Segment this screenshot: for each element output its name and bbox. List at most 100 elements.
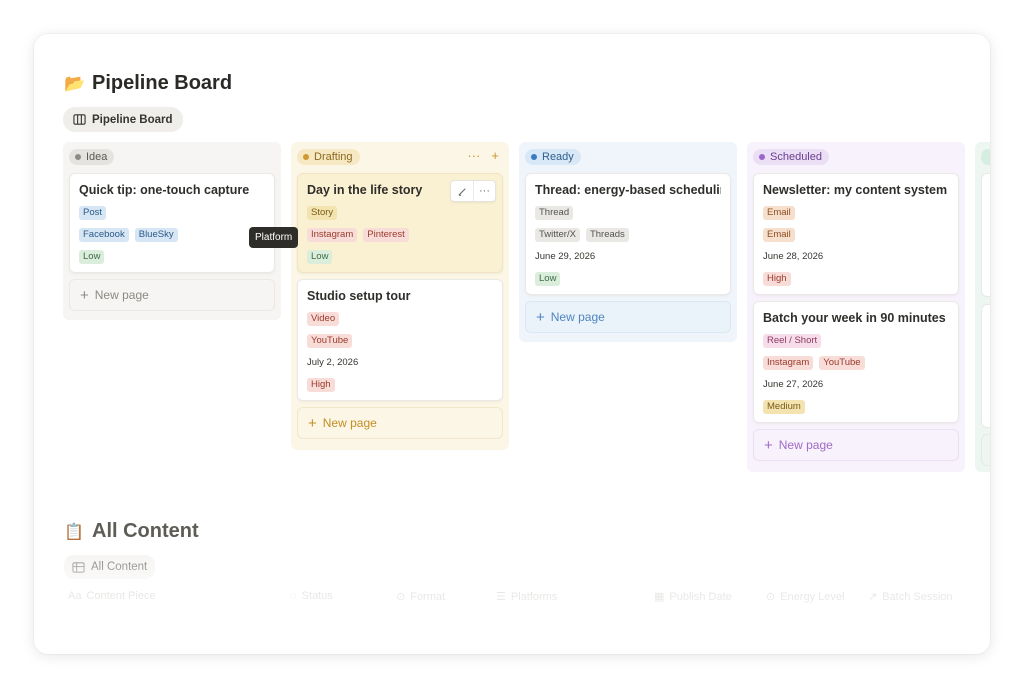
energy-tag: Low <box>535 272 561 286</box>
new-page-label: New page <box>778 438 833 452</box>
format-tag: Story <box>307 206 338 220</box>
card[interactable]: Batch your week in 90 minutes Reel / Sho… <box>753 301 959 423</box>
card[interactable]: Quick tip: one-touch capture Post Facebo… <box>69 173 275 273</box>
status-pill-partial <box>981 149 990 165</box>
page-title: 📂 Pipeline Board <box>64 72 232 95</box>
plus-icon: + <box>308 414 317 432</box>
new-page-label: New page <box>550 310 605 324</box>
card[interactable]: Thread: energy-based scheduling Thread T… <box>525 173 731 295</box>
text-icon: Aa <box>68 590 82 602</box>
column-drafting: Drafting ··· + ··· Day in the life story… <box>291 142 509 450</box>
status-label: Scheduled <box>770 151 822 163</box>
page-title-text: Pipeline Board <box>92 72 233 94</box>
section-title-text: All Content <box>92 520 199 542</box>
status-pill-idea: Idea <box>69 149 115 165</box>
card-title: Studio setup tour <box>307 289 411 303</box>
platform-row: Instagram YouTube <box>763 356 949 370</box>
new-page-button[interactable]: + New page <box>525 301 731 333</box>
view-tab-pipeline-board[interactable]: Pipeline Board <box>63 107 183 132</box>
platform-tag: Facebook <box>79 228 129 242</box>
platform-tag: Threads <box>585 228 629 242</box>
energy-row: High <box>763 272 949 286</box>
status-dot <box>759 154 765 160</box>
new-page-button[interactable]: + New page <box>753 429 959 461</box>
column-actions: ··· + <box>467 148 499 163</box>
status-dot <box>531 154 537 160</box>
publish-date: June 29, 2026 <box>535 251 596 262</box>
table-view-icon <box>72 561 85 573</box>
format-tag: Thread <box>535 206 574 220</box>
publish-date: June 28, 2026 <box>763 251 824 262</box>
view-tab-label: Pipeline Board <box>92 113 173 126</box>
clipboard-emoji-icon: 📋 <box>64 523 84 541</box>
card[interactable] <box>981 304 990 428</box>
energy-row: High <box>307 378 493 392</box>
column-header: Drafting ··· + <box>297 148 503 166</box>
format-row: Thread <box>535 206 721 220</box>
energy-tag: Low <box>79 250 105 264</box>
view-tab-label: All Content <box>91 561 148 573</box>
column-header: Idea <box>69 148 275 166</box>
card[interactable]: Newsletter: my content system Email Emai… <box>753 173 959 295</box>
column-header: Scheduled <box>753 148 959 166</box>
more-icon[interactable]: ··· <box>467 148 480 163</box>
section-title: 📋 All Content <box>64 520 199 543</box>
select-icon: ⊙ <box>766 591 776 603</box>
format-row: Story <box>307 206 493 220</box>
status-label: Ready <box>542 151 574 163</box>
column-scheduled: Scheduled Newsletter: my content system … <box>747 142 965 472</box>
column-header-batch-session[interactable]: ↗ Batch Session <box>868 590 953 604</box>
column-header-energy-level[interactable]: ⊙ Energy Level <box>766 590 844 604</box>
column-header-format[interactable]: ⊙ Format <box>396 590 445 604</box>
format-tag: Email <box>763 206 795 220</box>
card[interactable]: ··· Day in the life story Story Instagra… <box>297 173 503 273</box>
card-title: Newsletter: my content system <box>763 183 948 197</box>
relation-icon: ↗ <box>868 591 878 603</box>
card[interactable] <box>981 173 990 297</box>
plus-icon: + <box>764 436 773 454</box>
column-header-status[interactable]: ◌ Status <box>290 590 333 602</box>
new-page-button[interactable]: + New page <box>69 279 275 311</box>
status-label: Drafting <box>314 151 353 163</box>
plus-icon[interactable]: + <box>491 148 499 163</box>
status-pill-scheduled: Scheduled <box>753 149 829 165</box>
platform-row: Twitter/X Threads <box>535 228 721 242</box>
card-title: Thread: energy-based scheduling <box>535 183 721 197</box>
publish-date: July 2, 2026 <box>307 357 359 368</box>
card[interactable]: Studio setup tour Video YouTube July 2, … <box>297 279 503 401</box>
energy-row: Low <box>79 250 265 264</box>
status-pill-drafting: Drafting <box>297 149 360 165</box>
select-icon: ⊙ <box>396 591 406 603</box>
more-icon[interactable]: ··· <box>473 181 495 201</box>
column-ready: Ready Thread: energy-based scheduling Th… <box>519 142 737 342</box>
folder-emoji-icon: 📂 <box>64 73 86 93</box>
column-header-publish-date[interactable]: ▦ Publish Date <box>654 590 732 604</box>
table-header: Aa Content Piece ◌ Status ⊙ Format ☰ Platfor… <box>64 586 974 606</box>
status-icon: ◌ <box>290 590 297 602</box>
view-tab-all-content[interactable]: All Content <box>64 555 156 579</box>
energy-tag: Low <box>307 250 333 264</box>
energy-row: Medium <box>763 400 949 414</box>
new-page-button[interactable] <box>981 434 990 466</box>
pencil-icon[interactable] <box>451 181 473 201</box>
status-dot <box>303 154 309 160</box>
new-page-button[interactable]: + New page <box>297 407 503 439</box>
platform-tag: YouTube <box>819 356 865 370</box>
column-header-platforms[interactable]: ☰ Platforms <box>496 590 557 604</box>
platform-row: YouTube <box>307 334 493 348</box>
platform-row: Instagram Pinterest <box>307 228 493 242</box>
new-page-label: New page <box>322 416 377 430</box>
format-row: Reel / Short <box>763 334 949 348</box>
plus-icon: + <box>80 286 89 304</box>
column-partial <box>975 142 990 472</box>
platform-tag: Pinterest <box>363 228 409 242</box>
plus-icon: + <box>536 308 545 326</box>
column-header-content-piece[interactable]: Aa Content Piece <box>68 590 156 602</box>
energy-tag: High <box>763 272 791 286</box>
platform-tag: Instagram <box>763 356 814 370</box>
app-window: 📂 Pipeline Board Pipeline Board Idea Qui… <box>34 34 990 654</box>
publish-date: June 27, 2026 <box>763 379 824 390</box>
board-view-icon <box>73 114 86 125</box>
card-title: Batch your week in 90 minutes <box>763 311 946 325</box>
tooltip: Platform <box>249 227 299 248</box>
